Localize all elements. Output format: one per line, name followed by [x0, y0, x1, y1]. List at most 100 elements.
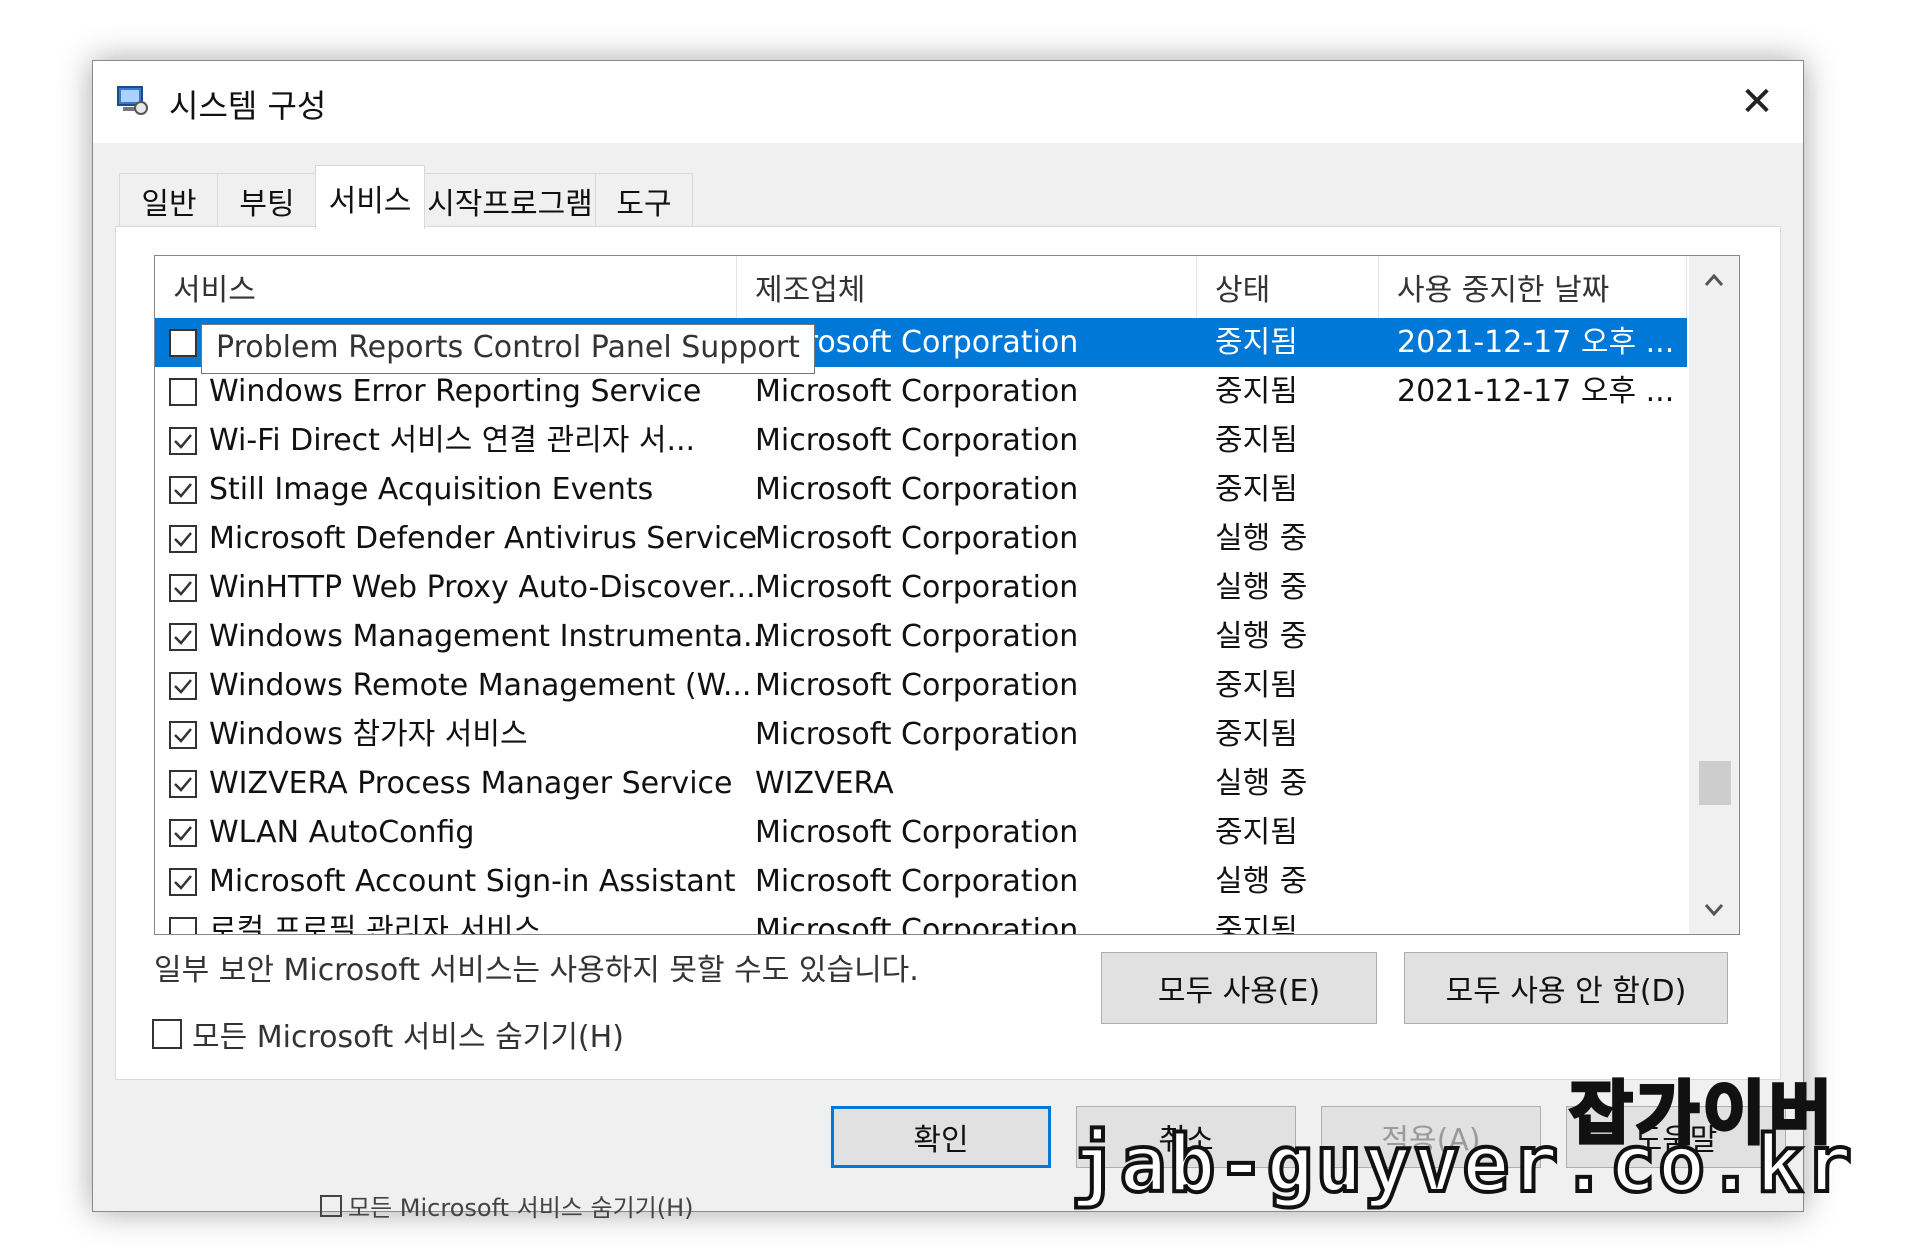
- watermark-url: jab-guyver.co.kr: [1069, 1118, 1854, 1212]
- column-header-manufacturer[interactable]: 제조업체: [737, 256, 1197, 318]
- service-row[interactable]: WIZVERA Process Manager Service WIZVERA 실행…: [155, 759, 1687, 808]
- tab-boot[interactable]: 부팅: [217, 173, 317, 228]
- disabled-date: 2021-12-17 오후 ...: [1397, 325, 1675, 360]
- underlying-window-hint: 모든 Microsoft 서비스 숨기기(H): [320, 1188, 694, 1223]
- service-status: 중지됨: [1215, 668, 1298, 703]
- service-checkbox[interactable]: [169, 672, 197, 700]
- manufacturer-name: Microsoft Corporation: [755, 913, 1079, 935]
- checkmark-icon: [174, 483, 192, 498]
- manufacturer-name: Microsoft Corporation: [755, 717, 1079, 752]
- service-name: Still Image Acquisition Events: [209, 472, 654, 507]
- checkmark-icon: [174, 581, 192, 596]
- scroll-down-button[interactable]: [1689, 886, 1739, 934]
- service-checkbox[interactable]: [169, 868, 197, 896]
- service-name: Microsoft Account Sign-in Assistant: [209, 864, 736, 899]
- checkmark-icon: [174, 826, 192, 841]
- service-status: 실행 중: [1215, 619, 1308, 654]
- manufacturer-name: Microsoft Corporation: [755, 472, 1079, 507]
- service-status: 중지됨: [1215, 717, 1298, 752]
- service-name: 로컬 프로필 관리자 서비스: [209, 913, 542, 935]
- service-row[interactable]: Wi-Fi Direct 서비스 연결 관리자 서... Microsoft Co…: [155, 416, 1687, 465]
- security-note: 일부 보안 Microsoft 서비스는 사용하지 못할 수도 있습니다.: [154, 953, 919, 988]
- list-scrollbar[interactable]: [1689, 256, 1739, 934]
- service-status: 실행 중: [1215, 766, 1308, 801]
- service-row[interactable]: Windows 참가자 서비스 Microsoft Corporation 중지됨: [155, 710, 1687, 759]
- service-name: Windows 참가자 서비스: [209, 717, 528, 752]
- manufacturer-name: Microsoft Corporation: [755, 864, 1079, 899]
- service-status: 실행 중: [1215, 521, 1308, 556]
- tab-services[interactable]: 서비스: [315, 165, 425, 229]
- tab-startup[interactable]: 시작프로그램: [423, 173, 597, 228]
- manufacturer-name: Microsoft Corporation: [755, 815, 1079, 850]
- services-panel: 서비스 제조업체 상태 사용 중지한 날짜 Problem Reports Co…: [115, 226, 1781, 1080]
- hide-ms-services-label: 모든 Microsoft 서비스 숨기기(H): [192, 1020, 624, 1055]
- service-checkbox[interactable]: [169, 623, 197, 651]
- service-name: WIZVERA Process Manager Service: [209, 766, 733, 801]
- service-name: WLAN AutoConfig: [209, 815, 475, 850]
- checkmark-icon: [174, 875, 192, 890]
- service-checkbox[interactable]: [169, 819, 197, 847]
- service-name: Windows Remote Management (W...: [209, 668, 752, 703]
- service-checkbox[interactable]: [169, 574, 197, 602]
- service-status: 중지됨: [1215, 325, 1298, 360]
- service-name: Windows Error Reporting Service: [209, 374, 702, 409]
- disable-all-button[interactable]: 모두 사용 안 함(D): [1404, 952, 1728, 1024]
- scroll-thumb[interactable]: [1699, 761, 1731, 805]
- service-row[interactable]: WLAN AutoConfig Microsoft Corporation 중지됨: [155, 808, 1687, 857]
- service-row[interactable]: Windows Remote Management (W... Microsoft…: [155, 661, 1687, 710]
- service-row[interactable]: Microsoft Defender Antivirus Service Micr…: [155, 514, 1687, 563]
- checkbox-box: [152, 1019, 182, 1049]
- manufacturer-name: Microsoft Corporation: [755, 374, 1079, 409]
- service-checkbox[interactable]: [169, 917, 197, 934]
- window-title: 시스템 구성: [169, 87, 327, 125]
- close-button[interactable]: ✕: [1711, 61, 1803, 143]
- checkmark-icon: [174, 679, 192, 694]
- scroll-up-button[interactable]: [1689, 256, 1739, 304]
- service-row[interactable]: 로컬 프로필 관리자 서비스 Microsoft Corporation 중지됨: [155, 906, 1687, 935]
- service-name: Windows Management Instrumenta...: [209, 619, 772, 654]
- service-checkbox[interactable]: [169, 770, 197, 798]
- service-row[interactable]: Windows Management Instrumenta... Microso…: [155, 612, 1687, 661]
- tab-tools[interactable]: 도구: [595, 173, 693, 228]
- service-checkbox[interactable]: [169, 525, 197, 553]
- service-checkbox[interactable]: [169, 329, 197, 357]
- checkmark-icon: [174, 777, 192, 792]
- checkmark-icon: [174, 728, 192, 743]
- service-row[interactable]: WinHTTP Web Proxy Auto-Discover... Micros…: [155, 563, 1687, 612]
- tab-general[interactable]: 일반: [119, 173, 219, 228]
- services-list[interactable]: 서비스 제조업체 상태 사용 중지한 날짜 Problem Reports Co…: [154, 255, 1740, 935]
- underlying-label: 모든 Microsoft 서비스 숨기기(H): [348, 1194, 694, 1222]
- manufacturer-name: Microsoft Corporation: [755, 619, 1079, 654]
- service-status: 중지됨: [1215, 913, 1298, 935]
- checkmark-icon: [174, 532, 192, 547]
- service-status: 중지됨: [1215, 423, 1298, 458]
- service-status: 중지됨: [1215, 815, 1298, 850]
- service-checkbox[interactable]: [169, 476, 197, 504]
- service-checkbox[interactable]: [169, 378, 197, 406]
- chevron-down-icon: [1704, 904, 1724, 917]
- manufacturer-name: WIZVERA: [755, 766, 894, 801]
- chevron-up-icon: [1704, 273, 1724, 286]
- service-status: 중지됨: [1215, 472, 1298, 507]
- enable-all-button[interactable]: 모두 사용(E): [1101, 952, 1377, 1024]
- ok-button[interactable]: 확인: [831, 1106, 1051, 1168]
- service-status: 실행 중: [1215, 864, 1308, 899]
- disabled-date: 2021-12-17 오후 ...: [1397, 374, 1675, 409]
- underlying-checkbox: [320, 1194, 342, 1217]
- service-row[interactable]: Still Image Acquisition Events Microsoft …: [155, 465, 1687, 514]
- service-row[interactable]: Windows Error Reporting Service Microsoft…: [155, 367, 1687, 416]
- manufacturer-name: Microsoft Corporation: [755, 570, 1079, 605]
- column-header-status[interactable]: 상태: [1197, 256, 1379, 318]
- service-name: Microsoft Defender Antivirus Service: [209, 521, 758, 556]
- column-header-service[interactable]: 서비스: [155, 256, 737, 318]
- system-config-app-icon: [117, 86, 148, 115]
- close-icon: ✕: [1740, 79, 1774, 125]
- hide-ms-services-checkbox[interactable]: 모든 Microsoft 서비스 숨기기(H): [152, 1012, 624, 1056]
- service-row[interactable]: Microsoft Account Sign-in Assistant Micro…: [155, 857, 1687, 906]
- service-checkbox[interactable]: [169, 427, 197, 455]
- manufacturer-name: Microsoft Corporation: [755, 521, 1079, 556]
- service-status: 실행 중: [1215, 570, 1308, 605]
- checkmark-icon: [174, 630, 192, 645]
- column-header-disabled-date[interactable]: 사용 중지한 날짜: [1379, 256, 1687, 318]
- service-checkbox[interactable]: [169, 721, 197, 749]
